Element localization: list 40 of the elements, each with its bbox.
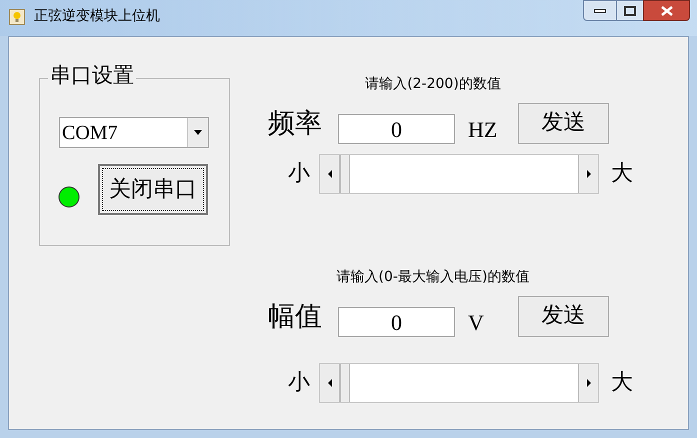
maximize-icon xyxy=(624,6,636,16)
min-label: 小 xyxy=(288,372,311,394)
value-field[interactable]: 0 xyxy=(338,307,455,337)
unit-label: HZ xyxy=(468,116,498,144)
close-icon xyxy=(660,6,672,16)
horizontal-scrollbar[interactable] xyxy=(319,154,599,194)
hint-text: 请输入(0-最大输入电压)的数值 xyxy=(336,270,530,284)
horizontal-scrollbar[interactable] xyxy=(319,363,599,403)
send-button[interactable]: 发送 xyxy=(518,296,609,336)
max-label: 大 xyxy=(611,372,633,394)
left-arrow-icon xyxy=(328,379,332,387)
caret-icon xyxy=(194,130,202,135)
minimize-icon xyxy=(594,8,606,12)
scroll-left-button[interactable] xyxy=(320,364,340,402)
dropdown-button[interactable] xyxy=(187,118,208,147)
window-title: 正弦逆变模块上位机 xyxy=(34,9,160,23)
minimize-button[interactable] xyxy=(583,0,617,21)
min-label: 小 xyxy=(288,163,311,185)
unit-label: V xyxy=(468,308,485,336)
maximize-button[interactable] xyxy=(617,0,643,21)
send-button[interactable]: 发送 xyxy=(518,102,609,144)
lightbulb-icon xyxy=(9,9,25,25)
max-label: 大 xyxy=(611,163,633,185)
port-value: COM7 xyxy=(62,122,119,142)
scroll-right-button[interactable] xyxy=(578,364,598,402)
scroll-thumb[interactable] xyxy=(340,155,350,193)
group-title: 串口设置 xyxy=(48,65,136,86)
field-label: 幅值 xyxy=(268,302,323,330)
field-label: 频率 xyxy=(268,110,323,136)
value-field[interactable]: 0 xyxy=(338,114,455,144)
right-arrow-icon xyxy=(586,379,590,387)
port-dropdown[interactable]: COM7 xyxy=(59,117,209,148)
left-arrow-icon xyxy=(328,170,332,178)
close-button[interactable] xyxy=(643,0,690,21)
hint-text: 请输入(2-200)的数值 xyxy=(365,77,501,91)
scroll-thumb[interactable] xyxy=(340,364,350,402)
close-port-button[interactable]: 关闭串口 xyxy=(98,164,208,215)
scroll-right-button[interactable] xyxy=(578,155,598,193)
right-arrow-icon xyxy=(586,170,590,178)
scroll-left-button[interactable] xyxy=(320,155,340,193)
